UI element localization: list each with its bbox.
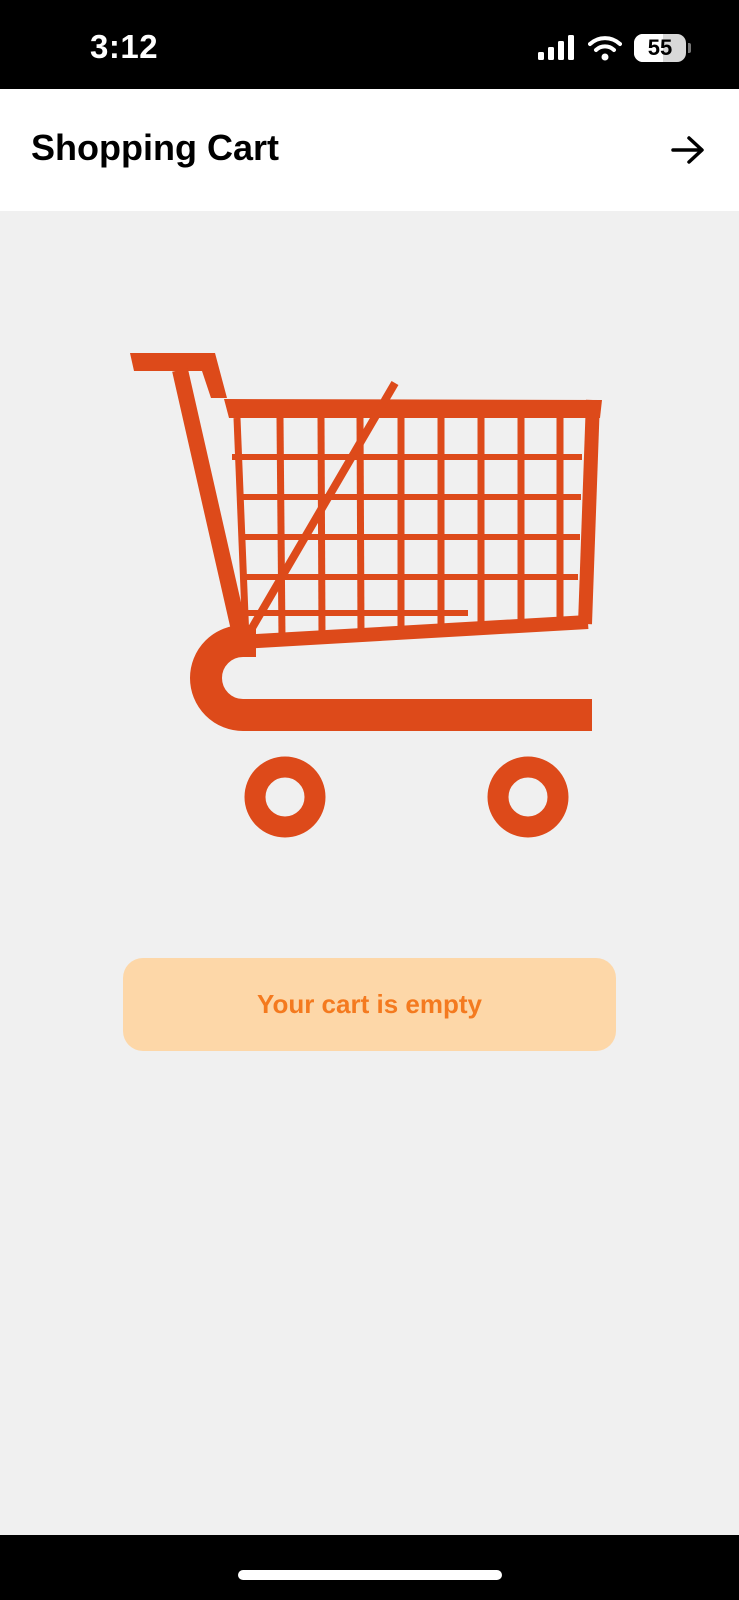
status-time: 3:12 [90,28,159,65]
battery-nub [688,43,691,53]
cart-rim [224,399,602,418]
status-icons: 55 [538,30,691,66]
status-bar: 3:12 55 [0,0,739,89]
home-indicator[interactable] [238,1570,502,1580]
shopping-cart-icon [130,353,602,838]
home-indicator-area [0,1535,739,1600]
cart-base [190,625,592,731]
cart-wheel-left [244,756,326,838]
battery-icon: 55 [634,34,686,62]
forward-button[interactable] [663,125,713,175]
wifi-icon [588,36,622,61]
header: Shopping Cart [0,89,739,211]
empty-cart-banner: Your cart is empty [123,958,616,1051]
cart-wheel-right [487,756,569,838]
cart-frame [172,368,600,731]
cellular-signal-icon [538,35,574,60]
page-title: Shopping Cart [31,127,279,168]
arrow-right-icon [671,136,704,164]
battery-level: 55 [647,35,673,60]
empty-cart-message: Your cart is empty [257,989,482,1019]
